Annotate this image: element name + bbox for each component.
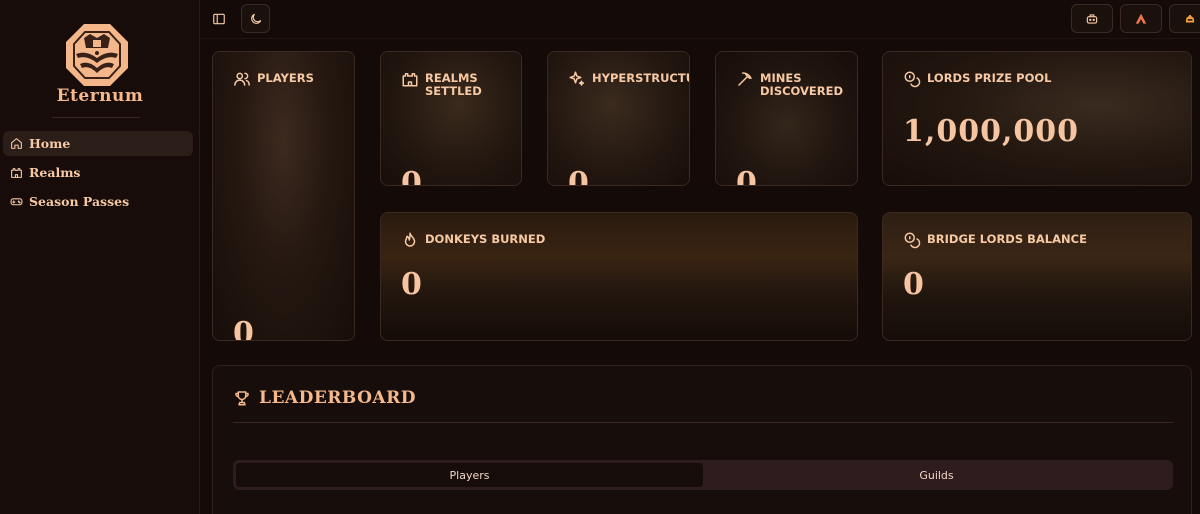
- topbar-divider: [200, 38, 1200, 39]
- sidebar-item-season-passes[interactable]: Season Passes: [3, 189, 193, 214]
- stat-header: HYPERSTRUCTUR: [568, 71, 689, 88]
- starknet-logo-icon: [1135, 13, 1147, 24]
- leaderboard-divider: [233, 422, 1173, 423]
- stat-label: HYPERSTRUCTUR: [592, 71, 689, 85]
- sidebar: Eternum Home Realms Season Passes: [0, 0, 200, 514]
- sparkles-icon: [569, 71, 585, 86]
- castle-icon: [402, 73, 418, 87]
- stat-value: 1,000,000: [903, 114, 1080, 149]
- account-button[interactable]: [1169, 4, 1200, 33]
- users-icon: [234, 72, 250, 86]
- sidebar-toggle-icon: [213, 13, 225, 24]
- stat-card-mines-discovered: MINES DISCOVERED 0: [715, 51, 858, 186]
- starknet-wallet-button[interactable]: [1120, 4, 1162, 33]
- coins-icon: [904, 232, 921, 249]
- home-icon: [11, 138, 22, 149]
- stat-card-bridge-lords-balance: BRIDGE LORDS BALANCE 0: [882, 212, 1192, 341]
- stat-label: MINES DISCOVERED: [760, 71, 844, 98]
- sidebar-item-label: Season Passes: [29, 194, 130, 209]
- stat-label: PLAYERS: [257, 71, 314, 85]
- stat-header: BRIDGE LORDS BALANCE: [903, 232, 1087, 249]
- stat-label: LORDS PRIZE POOL: [927, 71, 1052, 85]
- stat-label: DONKEYS BURNED: [425, 232, 546, 246]
- brand-name: Eternum: [56, 86, 144, 106]
- trophy-icon: [235, 391, 249, 406]
- stat-label: REALMS SETTLED: [425, 71, 482, 98]
- sidebar-item-label: Home: [29, 136, 71, 151]
- stat-label: BRIDGE LORDS BALANCE: [927, 232, 1087, 246]
- sidebar-item-home[interactable]: Home: [3, 131, 193, 156]
- coins-icon: [904, 71, 921, 88]
- stat-header: DONKEYS BURNED: [401, 232, 546, 249]
- castle-icon: [11, 168, 22, 178]
- stat-header: REALMS SETTLED: [401, 72, 485, 98]
- brand-divider: [52, 117, 140, 118]
- stat-card-hyperstructures: HYPERSTRUCTUR 0: [547, 51, 690, 186]
- stat-value: 0: [401, 267, 423, 302]
- stat-card-players: PLAYERS 0: [212, 51, 355, 341]
- gamepad-icon: [10, 198, 23, 206]
- sidebar-nav: Home Realms Season Passes: [3, 131, 193, 218]
- theme-toggle-button[interactable]: [241, 4, 270, 33]
- stat-card-lords-prize-pool: LORDS PRIZE POOL 1,000,000: [882, 51, 1192, 186]
- sidebar-item-realms[interactable]: Realms: [3, 160, 193, 185]
- stat-card-donkeys-burned: DONKEYS BURNED 0: [380, 212, 858, 341]
- avatar-icon: [1185, 14, 1195, 22]
- flame-icon: [404, 232, 416, 247]
- stat-value: 0: [233, 316, 255, 341]
- stat-value: 0: [568, 166, 590, 186]
- sidebar-toggle-button[interactable]: [205, 4, 233, 33]
- stat-value: 0: [401, 166, 423, 186]
- stat-value: 0: [903, 267, 925, 302]
- sidebar-item-label: Realms: [29, 165, 81, 180]
- moon-icon: [250, 13, 261, 24]
- stat-header: LORDS PRIZE POOL: [903, 71, 1052, 88]
- stat-card-realms-settled: REALMS SETTLED 0: [380, 51, 522, 186]
- tab-players[interactable]: Players: [236, 463, 703, 487]
- controller-icon: [1086, 13, 1098, 24]
- leaderboard-panel: LEADERBOARD Players Guilds: [212, 365, 1192, 514]
- tab-guilds[interactable]: Guilds: [703, 463, 1170, 487]
- stat-header: MINES DISCOVERED: [736, 71, 844, 98]
- leaderboard-tabs: Players Guilds: [233, 460, 1173, 490]
- pickaxe-icon: [738, 72, 752, 86]
- eternum-logo[interactable]: [62, 20, 132, 90]
- stat-value: 0: [736, 166, 758, 186]
- stat-header: PLAYERS: [233, 72, 314, 88]
- leaderboard-title-text: LEADERBOARD: [259, 388, 416, 408]
- controller-button[interactable]: [1071, 4, 1113, 33]
- leaderboard-title: LEADERBOARD: [233, 388, 416, 408]
